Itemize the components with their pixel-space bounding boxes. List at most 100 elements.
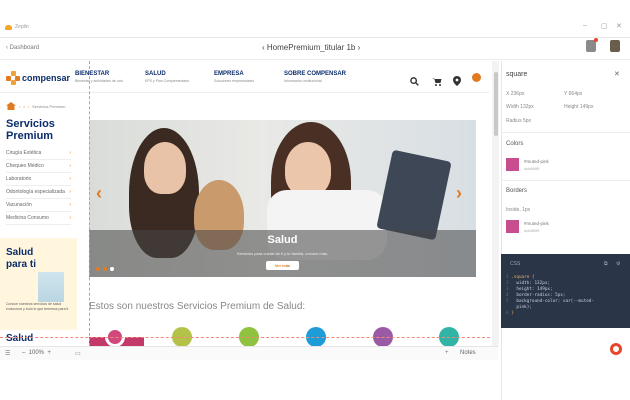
carousel-prev-icon[interactable]: ‹ <box>96 183 102 204</box>
design-canvas[interactable]: compensar BIENESTAR Bienestar y activida… <box>0 61 498 346</box>
color-hex: #cb6699 <box>524 166 540 171</box>
borders-heading: Borders <box>506 188 528 194</box>
guide-line-horizontal <box>0 337 490 338</box>
bottom-bar: ☰ – 100% + ▭ + Notes <box>0 346 498 360</box>
nav-subtitle: Soluciones empresariales <box>214 79 255 83</box>
divider <box>501 132 630 133</box>
layer-width: Width 132px <box>506 104 534 110</box>
sidebar-item-label: Vacunación <box>6 202 32 208</box>
layers-icon[interactable]: ☰ <box>5 350 10 357</box>
carousel-dot[interactable] <box>96 267 100 271</box>
chevron-right-icon: › <box>69 215 71 221</box>
layer-height: Height 149px <box>564 104 594 110</box>
sidebar-item[interactable]: Medicina Consumo › <box>6 212 71 225</box>
section-title: Estos son nuestros Servicios Premium de … <box>89 301 306 312</box>
cart-icon[interactable] <box>432 73 442 86</box>
border-color-hex: #cb6699 <box>524 228 540 233</box>
sidebar-item-label: Laboratorio <box>6 176 32 182</box>
screen-title[interactable]: ‹ HomePremium_titular 1b › <box>262 43 360 52</box>
nav-salud[interactable]: SALUD EPS y Plan Complementario <box>145 71 189 83</box>
carousel-subtitle: Servicios para cuidar de ti y tu familia… <box>236 251 329 256</box>
promo2-title: Salud <box>6 333 34 344</box>
nav-sobre-compensar[interactable]: SOBRE COMPENSAR Información instituciona… <box>284 71 346 83</box>
user-icon[interactable] <box>472 73 481 82</box>
screen-title-label: HomePremium_titular 1b <box>266 43 356 52</box>
notifications-icon[interactable] <box>586 38 598 52</box>
border-color-swatch[interactable] <box>506 220 519 233</box>
maximize-icon[interactable]: ▢ <box>601 22 608 30</box>
nav-empresa[interactable]: EMPRESA Soluciones empresariales <box>214 71 254 83</box>
hero-image-face <box>144 142 186 194</box>
carousel-dot[interactable] <box>103 267 107 271</box>
chevron-right-icon: › <box>69 189 71 195</box>
close-window-icon[interactable]: ✕ <box>616 22 622 30</box>
promo-title: Salud para ti <box>6 247 37 270</box>
chevron-right-icon: › <box>69 176 71 182</box>
app-window: Zeplin – ▢ ✕ ‹ Dashboard ‹ HomePremium_t… <box>0 0 630 400</box>
promo-image <box>38 272 64 302</box>
notes-toggle[interactable]: Notes <box>460 350 476 356</box>
close-panel-icon[interactable]: ✕ <box>614 70 620 78</box>
zeplin-logo-icon <box>5 25 12 30</box>
back-label: Dashboard <box>9 45 40 51</box>
carousel-next-icon[interactable]: › <box>456 183 462 204</box>
nav-subtitle: Bienestar y actividades de ocio <box>75 79 124 83</box>
location-pin-icon[interactable] <box>453 73 462 86</box>
nav-title: SALUD <box>145 71 166 77</box>
nav-title: BIENESTAR <box>75 71 110 77</box>
chevron-right-icon: › <box>69 202 71 208</box>
logo-text: compensar <box>22 73 71 83</box>
carousel-dot[interactable] <box>110 267 114 271</box>
sidebar-item-label: Medicina Consumo <box>6 215 49 221</box>
carousel-dots <box>96 267 114 271</box>
sidebar-item[interactable]: Laboratorio › <box>6 173 71 186</box>
promo-text: Conoce nuestros servicios de salud exclu… <box>6 302 69 311</box>
nav-bienestar[interactable]: BIENESTAR Bienestar y actividades de oci… <box>75 71 123 83</box>
sidebar-item[interactable]: Chequeo Médico › <box>6 160 71 173</box>
sidebar-item-label: Odontología especializada <box>6 189 65 195</box>
avatar[interactable] <box>610 40 620 52</box>
settings-icon[interactable]: ⚙ <box>616 261 620 267</box>
chevron-right-icon: › <box>69 163 71 169</box>
sidebar-item[interactable]: Vacunación › <box>6 199 71 212</box>
fit-icon[interactable]: ▭ <box>75 350 81 357</box>
search-icon[interactable] <box>410 73 419 86</box>
guide-line-vertical <box>89 61 90 346</box>
sidebar-title: Servicios Premium <box>6 118 55 142</box>
css-heading: CSS <box>510 261 521 267</box>
back-to-dashboard-button[interactable]: ‹ Dashboard <box>6 45 39 51</box>
sidebar-item[interactable]: Cirugía Estética › <box>6 147 71 160</box>
title-bar <box>0 0 630 38</box>
site-logo: compensar <box>6 71 70 85</box>
border-desc: Inside, 1px <box>506 207 531 213</box>
minimize-icon[interactable]: – <box>583 22 587 29</box>
sidebar-item[interactable]: Odontología especializada › <box>6 186 71 199</box>
sidebar-item-label: Chequeo Médico <box>6 163 44 169</box>
border-color-name: #muted-pink <box>524 221 549 226</box>
hero-carousel[interactable]: Salud Servicios para cuidar de ti y tu f… <box>89 120 476 277</box>
nav-subtitle: Información institucional <box>284 79 322 83</box>
carousel-more-button[interactable]: Ver más <box>266 261 299 270</box>
compensar-logo-icon <box>6 71 20 85</box>
sidebar-menu: Cirugía Estética › Chequeo Médico › Labora… <box>6 147 71 225</box>
layer-name: square <box>506 71 528 78</box>
layer-radius: Radius 5px <box>506 118 532 124</box>
divider <box>501 180 630 181</box>
hero-image-xray <box>376 149 452 241</box>
color-swatch[interactable] <box>506 158 519 171</box>
layer-x: X 236px <box>506 91 525 97</box>
sidebar-item-label: Cirugía Estética <box>6 150 42 156</box>
app-name: Zeplin <box>15 24 29 30</box>
copy-icon[interactable]: ⧉ <box>604 261 608 267</box>
chevron-right-icon: › <box>69 150 71 156</box>
zoom-control[interactable]: – 100% + <box>22 350 51 356</box>
colors-heading: Colors <box>506 141 524 147</box>
scrollbar-thumb[interactable] <box>494 72 498 136</box>
help-icon[interactable] <box>610 343 622 355</box>
add-note-icon[interactable]: + <box>445 350 449 356</box>
home-icon[interactable] <box>6 102 16 110</box>
breadcrumb-current: Servicios Premium <box>32 103 66 109</box>
css-code: 1 .square {2 width: 132px; 3 height: 149p… <box>506 275 594 317</box>
site-header: compensar BIENESTAR Bienestar y activida… <box>0 61 490 93</box>
css-code-line: 6 } <box>506 311 514 316</box>
